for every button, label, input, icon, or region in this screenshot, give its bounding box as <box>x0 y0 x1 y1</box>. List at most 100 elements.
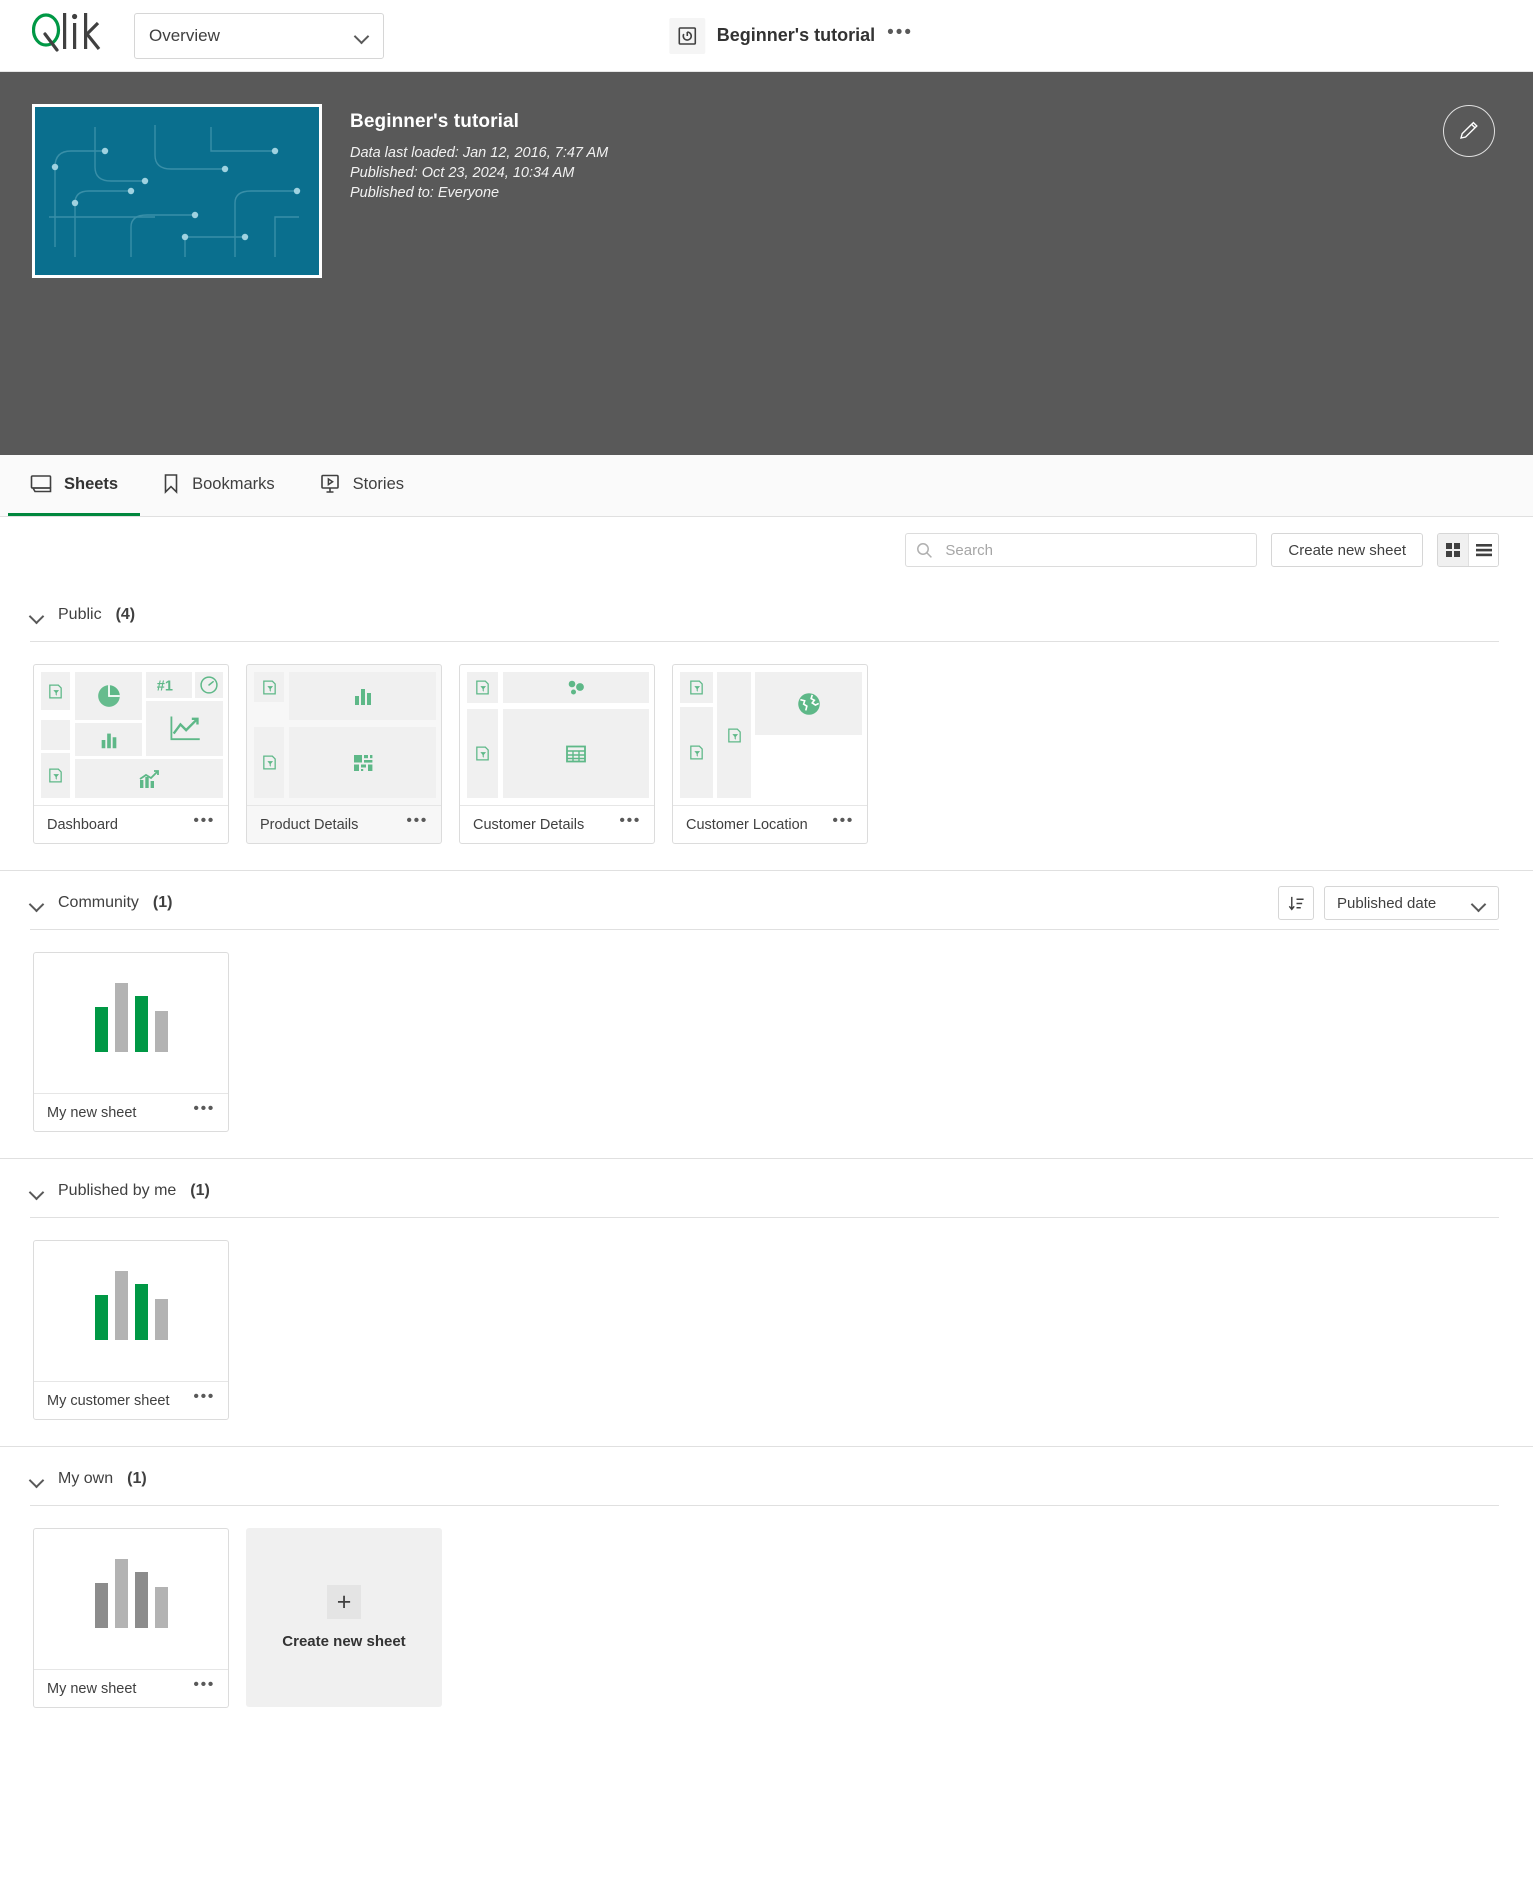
sheet-title: Customer Location <box>686 817 808 833</box>
view-toggle <box>1437 533 1499 567</box>
section-name: Public <box>58 606 102 624</box>
section-title[interactable]: Community (1) <box>30 894 172 912</box>
search-icon <box>916 542 933 559</box>
sheet-more-menu-icon[interactable]: ••• <box>406 812 428 837</box>
sheet-card-footer: Customer Details ••• <box>460 805 654 843</box>
section-title[interactable]: Published by me (1) <box>30 1182 210 1200</box>
section-divider <box>0 870 1533 871</box>
map-icon <box>795 690 823 718</box>
story-icon <box>319 473 341 495</box>
combo-chart-icon <box>137 767 161 791</box>
sheet-preview-customer-location <box>673 665 867 805</box>
table-icon <box>564 742 588 766</box>
stream-selector-value: Overview <box>149 26 220 46</box>
create-new-sheet-tile-label: Create new sheet <box>282 1633 405 1650</box>
thumb-bar <box>115 1559 128 1628</box>
sheet-card-footer: Customer Location ••• <box>673 805 867 843</box>
content-tabs: Sheets Bookmarks Stories <box>0 455 1533 517</box>
sheet-title: My new sheet <box>47 1681 136 1697</box>
section-public: Public (4) <box>0 593 1533 870</box>
sheet-card[interactable]: My new sheet ••• <box>33 952 229 1132</box>
qlik-logo[interactable] <box>32 12 112 59</box>
sheet-card-footer: My new sheet ••• <box>34 1669 228 1707</box>
sheet-card[interactable]: Customer Details ••• <box>459 664 655 844</box>
sheet-more-menu-icon[interactable]: ••• <box>832 812 854 837</box>
app-thumbnail <box>32 104 322 278</box>
sheet-preview-bar-chart <box>34 1241 228 1381</box>
tab-stories-label: Stories <box>353 475 404 494</box>
tab-sheets[interactable]: Sheets <box>8 455 140 516</box>
search-input[interactable] <box>943 541 1246 560</box>
app-icon-glyph <box>677 26 697 46</box>
filterpane-icon <box>47 767 64 784</box>
chevron-down-icon[interactable] <box>30 611 44 620</box>
filterpane-icon <box>474 679 491 696</box>
chevron-down-icon <box>355 31 369 40</box>
thumb-bar <box>155 1299 168 1340</box>
section-header: Community (1) Published date <box>30 881 1499 925</box>
sheet-title: Product Details <box>260 817 358 833</box>
edit-app-button[interactable] <box>1443 105 1495 157</box>
thumb-bar <box>135 1572 148 1628</box>
tab-stories[interactable]: Stories <box>297 455 426 516</box>
sheet-title: My customer sheet <box>47 1393 170 1409</box>
sheet-card-footer: My customer sheet ••• <box>34 1381 228 1419</box>
grid-view-icon[interactable] <box>1438 534 1468 566</box>
chevron-down-icon[interactable] <box>30 1475 44 1484</box>
sheet-preview-customer-details <box>460 665 654 805</box>
thumb-bar <box>115 1271 128 1340</box>
tab-bookmarks-label: Bookmarks <box>192 475 275 494</box>
sheet-card-footer: Dashboard ••• <box>34 805 228 843</box>
sheet-grid: My new sheet ••• <box>30 930 1499 1158</box>
bar-chart-icon <box>98 729 120 751</box>
sort-descending-icon <box>1288 895 1305 912</box>
section-name: Published by me <box>58 1182 176 1200</box>
filterpane-icon <box>688 679 705 696</box>
treemap-icon <box>351 751 375 775</box>
sheet-card[interactable]: #1 Dashboard ••• <box>33 664 229 844</box>
sheets-toolbar: Create new sheet <box>0 517 1533 583</box>
sheet-card[interactable]: Customer Location ••• <box>672 664 868 844</box>
sheet-preview-product <box>247 665 441 805</box>
sheet-more-menu-icon[interactable]: ••• <box>193 1676 215 1701</box>
chevron-down-icon[interactable] <box>30 1187 44 1196</box>
section-count: (1) <box>127 1470 147 1488</box>
scatter-plot-icon <box>564 676 588 700</box>
sheet-more-menu-icon[interactable]: ••• <box>193 812 215 837</box>
list-view-icon[interactable] <box>1468 534 1498 566</box>
line-chart-icon <box>168 714 202 744</box>
app-published-date: Published: Oct 23, 2024, 10:34 AM <box>350 163 608 183</box>
stream-selector[interactable]: Overview <box>134 13 384 59</box>
section-title[interactable]: My own (1) <box>30 1470 147 1488</box>
sort-direction-button[interactable] <box>1278 886 1314 920</box>
thumb-bar <box>95 1583 108 1628</box>
tab-bookmarks[interactable]: Bookmarks <box>140 455 297 516</box>
sheet-more-menu-icon[interactable]: ••• <box>193 1388 215 1413</box>
sheet-card[interactable]: My customer sheet ••• <box>33 1240 229 1420</box>
thumb-bar <box>135 1284 148 1340</box>
section-title[interactable]: Public (4) <box>30 606 135 624</box>
sheet-card[interactable]: Product Details ••• <box>246 664 442 844</box>
bar-chart-icon <box>351 684 375 708</box>
sheet-more-menu-icon[interactable]: ••• <box>619 812 641 837</box>
sheet-card[interactable]: My new sheet ••• <box>33 1528 229 1708</box>
thumb-bar <box>95 1295 108 1340</box>
filterpane-icon <box>726 727 743 744</box>
grid-view-glyph <box>1445 542 1461 558</box>
tab-sheets-label: Sheets <box>64 475 118 494</box>
bookmark-icon <box>162 473 180 495</box>
search-box[interactable] <box>905 533 1257 567</box>
section-my-own: My own (1) My new sheet ••• + Create new… <box>0 1457 1533 1734</box>
list-view-glyph <box>1475 542 1493 558</box>
sheet-title: Dashboard <box>47 817 118 833</box>
sheet-title: Customer Details <box>473 817 584 833</box>
create-new-sheet-tile[interactable]: + Create new sheet <box>246 1528 442 1707</box>
create-new-sheet-button[interactable]: Create new sheet <box>1271 533 1423 567</box>
section-divider <box>0 1158 1533 1159</box>
chevron-down-icon[interactable] <box>30 899 44 908</box>
sort-field-select[interactable]: Published date <box>1324 886 1499 920</box>
app-more-menu-icon[interactable]: ••• <box>887 23 913 48</box>
sort-controls: Published date <box>1278 886 1499 920</box>
sheet-more-menu-icon[interactable]: ••• <box>193 1100 215 1125</box>
sort-field-value: Published date <box>1337 895 1436 912</box>
